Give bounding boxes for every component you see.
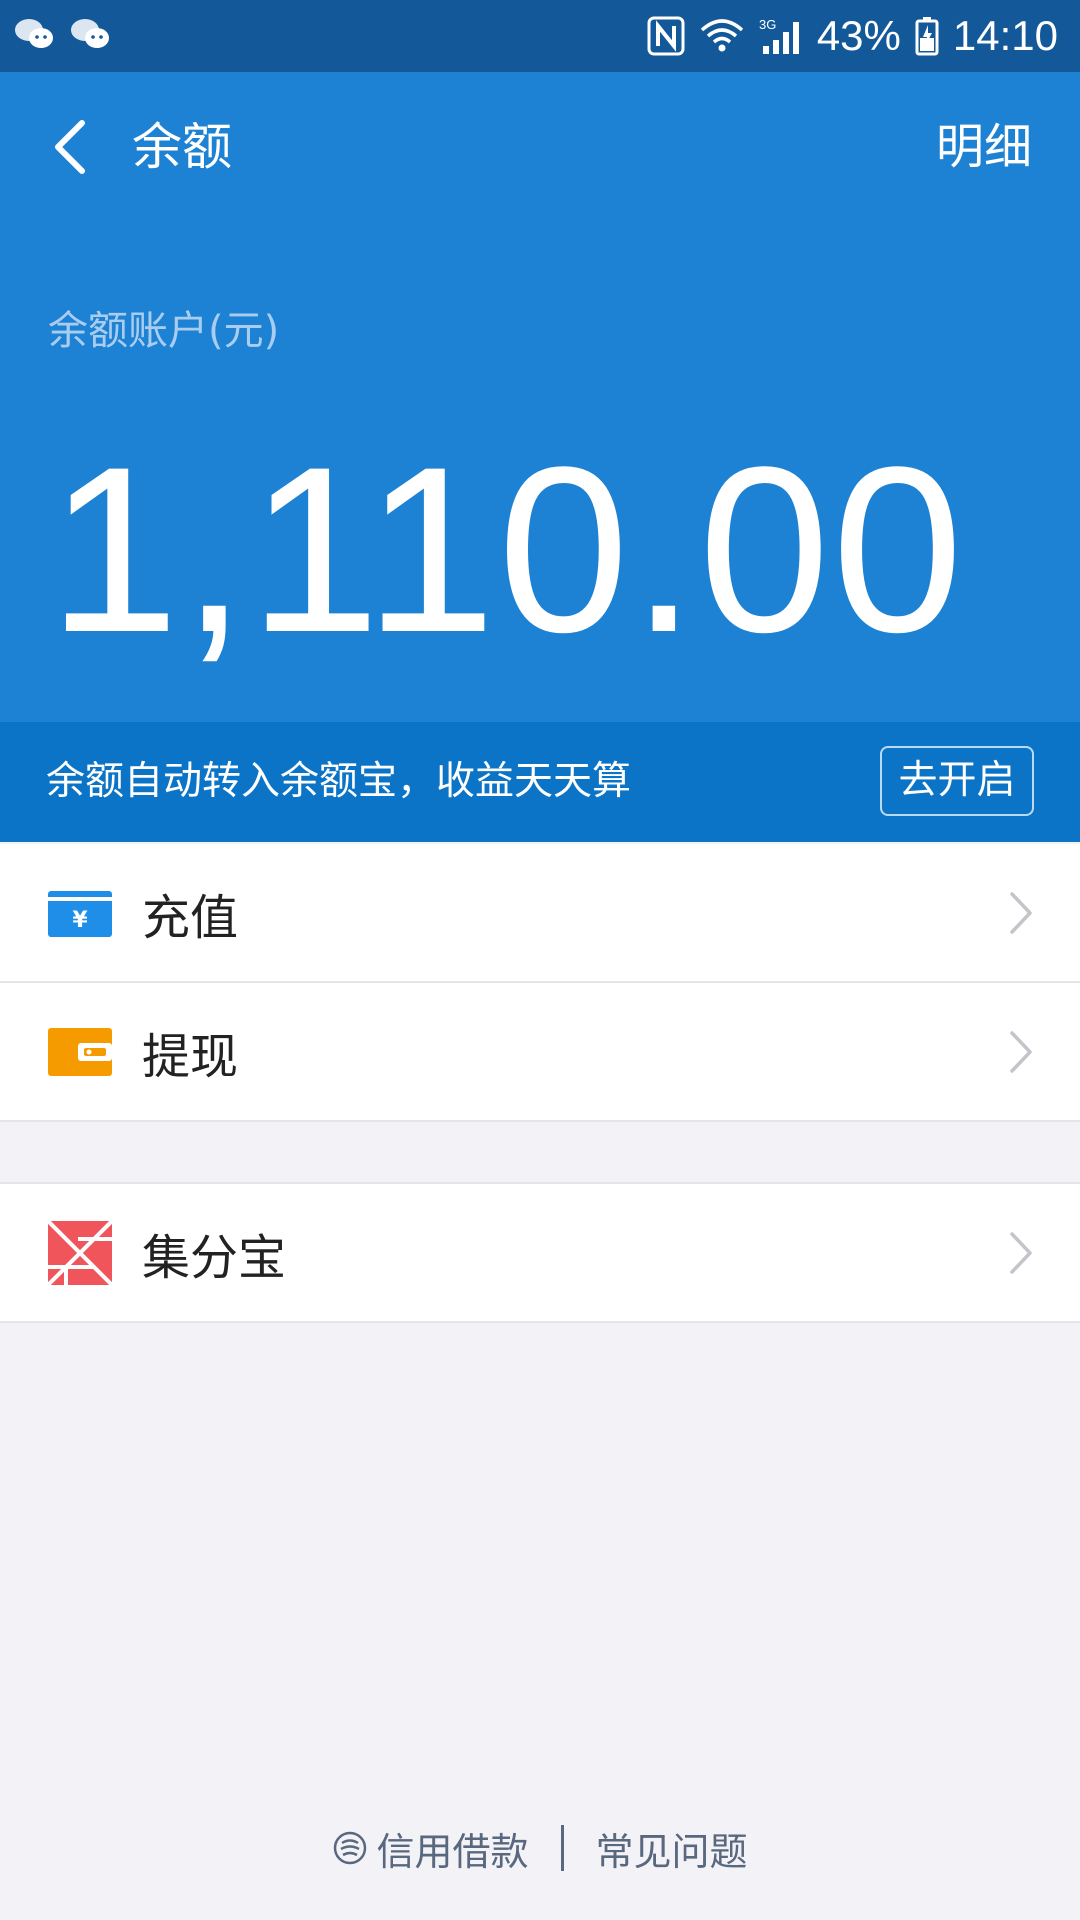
svg-text:3G: 3G	[759, 17, 776, 32]
back-button[interactable]	[40, 112, 100, 182]
clock: 14:10	[952, 12, 1058, 59]
auto-transfer-banner: 余额自动转入余额宝，收益天天算 去开启	[0, 722, 1080, 842]
list-item-jifenbao[interactable]: 集分宝	[0, 1184, 1080, 1321]
detail-button[interactable]: 明细	[936, 112, 1032, 182]
footer-links: 信用借款 常见问题	[0, 1820, 1080, 1876]
wechat-icon	[70, 16, 110, 52]
auto-transfer-text: 余额自动转入余额宝，收益天天算	[46, 759, 632, 804]
chevron-left-icon	[55, 120, 85, 174]
enable-button[interactable]: 去开启	[880, 746, 1034, 816]
credit-loan-icon	[334, 1831, 367, 1865]
balance-amount: 1,110.00	[48, 418, 966, 682]
chevron-right-icon	[1010, 891, 1032, 934]
svg-text:¥: ¥	[72, 908, 88, 933]
account-label: 余额账户(元)	[48, 308, 280, 354]
footer-divider	[560, 1825, 564, 1871]
chevron-right-icon	[1010, 1231, 1032, 1274]
battery-percent: 43%	[816, 12, 901, 59]
list-item-withdraw[interactable]: 提现	[0, 981, 1080, 1120]
page-title: 余额	[132, 118, 232, 176]
chevron-right-icon	[1010, 1030, 1032, 1073]
signal-icon: 3G	[759, 16, 803, 56]
wifi-icon	[699, 16, 745, 56]
wechat-icon	[14, 16, 54, 52]
faq-link[interactable]: 常见问题	[596, 1821, 748, 1876]
list-item-recharge[interactable]: ¥ 充值	[0, 844, 1080, 981]
action-list: ¥ 充值 提现	[0, 844, 1080, 1122]
credit-loan-label: 信用借款	[376, 1829, 529, 1874]
notification-icons	[14, 16, 110, 52]
wallet-icon	[48, 1027, 112, 1076]
points-list: 集分宝	[0, 1182, 1080, 1323]
list-item-label: 充值	[142, 889, 239, 946]
recharge-yuan-icon: ¥	[48, 889, 112, 937]
jifenbao-icon	[48, 1220, 112, 1285]
battery-icon	[915, 16, 939, 56]
status-bar: 3G 43% 14:10	[0, 0, 1080, 72]
credit-loan-link[interactable]: 信用借款	[332, 1821, 529, 1876]
balance-header: 余额 明细 余额账户(元) 1,110.00	[0, 72, 1080, 722]
faq-label: 常见问题	[595, 1829, 748, 1874]
list-item-label: 提现	[142, 1028, 239, 1085]
nfc-icon	[647, 16, 685, 56]
list-item-label: 集分宝	[142, 1229, 287, 1286]
